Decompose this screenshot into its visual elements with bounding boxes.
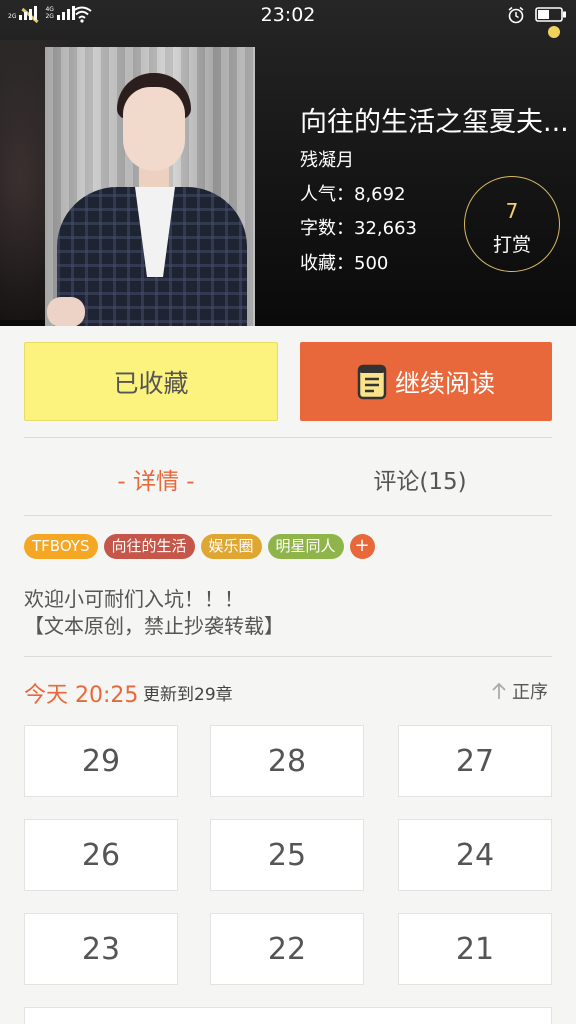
- book-header: 2G 4G 2G 23:02 向往的生活之玺夏夫... 残凝月 人气：8,692…: [0, 0, 576, 326]
- alarm-icon: [508, 6, 524, 24]
- favorites-stat: 收藏：500: [300, 253, 389, 274]
- chapter-item[interactable]: 29: [24, 725, 178, 797]
- status-bar: 2G 4G 2G 23:02: [0, 0, 576, 30]
- divider: [24, 656, 552, 657]
- sort-toggle[interactable]: 正序: [490, 678, 548, 704]
- chapter-item[interactable]: 24: [398, 819, 552, 891]
- favorited-button[interactable]: 已收藏: [24, 342, 278, 421]
- battery-icon: [535, 7, 566, 22]
- arrow-up-icon: [492, 682, 506, 699]
- chapter-item[interactable]: 25: [210, 819, 364, 891]
- intro-line: 欢迎小可耐们入坑！！！: [24, 587, 244, 611]
- sort-label: 正序: [512, 682, 548, 703]
- update-status: 更新到29章: [143, 685, 233, 705]
- favorited-label: 已收藏: [113, 368, 189, 398]
- word-count-stat: 字数：32,663: [300, 218, 417, 239]
- reward-label: 打赏: [492, 234, 531, 256]
- clock: 23:02: [260, 4, 316, 26]
- tag-list: TFBOYS 向往的生活 娱乐圈 明星同人 +: [24, 534, 375, 559]
- chapter-item[interactable]: 28: [210, 725, 364, 797]
- tag-item[interactable]: 明星同人: [267, 534, 344, 559]
- tag-item[interactable]: TFBOYS: [24, 534, 98, 559]
- chapter-row-partial: [24, 1007, 552, 1024]
- chapter-item[interactable]: 27: [398, 725, 552, 797]
- author-name[interactable]: 残凝月: [300, 146, 354, 172]
- divider: [24, 515, 552, 516]
- add-tag-button[interactable]: +: [349, 534, 375, 559]
- reward-button[interactable]: 7 打赏: [464, 176, 560, 272]
- divider: [24, 437, 552, 438]
- continue-reading-button[interactable]: 继续阅读: [300, 342, 552, 421]
- tag-item[interactable]: 娱乐圈: [200, 534, 262, 559]
- tag-item[interactable]: 向往的生活: [103, 534, 195, 559]
- popularity-stat: 人气：8,692: [300, 184, 406, 205]
- chapter-item[interactable]: 22: [210, 913, 364, 985]
- reward-count: 7: [505, 199, 519, 223]
- continue-reading-label: 继续阅读: [394, 368, 495, 398]
- intro-line: 【文本原创，禁止抄袭转载】: [24, 614, 284, 638]
- book-cover-image[interactable]: [45, 47, 255, 326]
- book-title: 向往的生活之玺夏夫...: [300, 107, 569, 138]
- tab-comments[interactable]: 评论(15): [288, 462, 552, 496]
- update-time: 今天 20:25: [24, 683, 139, 708]
- book-intro: 欢迎小可耐们入坑！！！ 【文本原创，禁止抄袭转载】: [24, 586, 284, 640]
- book-icon: [357, 364, 387, 399]
- chapter-item[interactable]: 26: [24, 819, 178, 891]
- tab-detail[interactable]: - 详情 -: [24, 462, 288, 496]
- chapter-item[interactable]: 21: [398, 913, 552, 985]
- chapter-item[interactable]: 23: [24, 913, 178, 985]
